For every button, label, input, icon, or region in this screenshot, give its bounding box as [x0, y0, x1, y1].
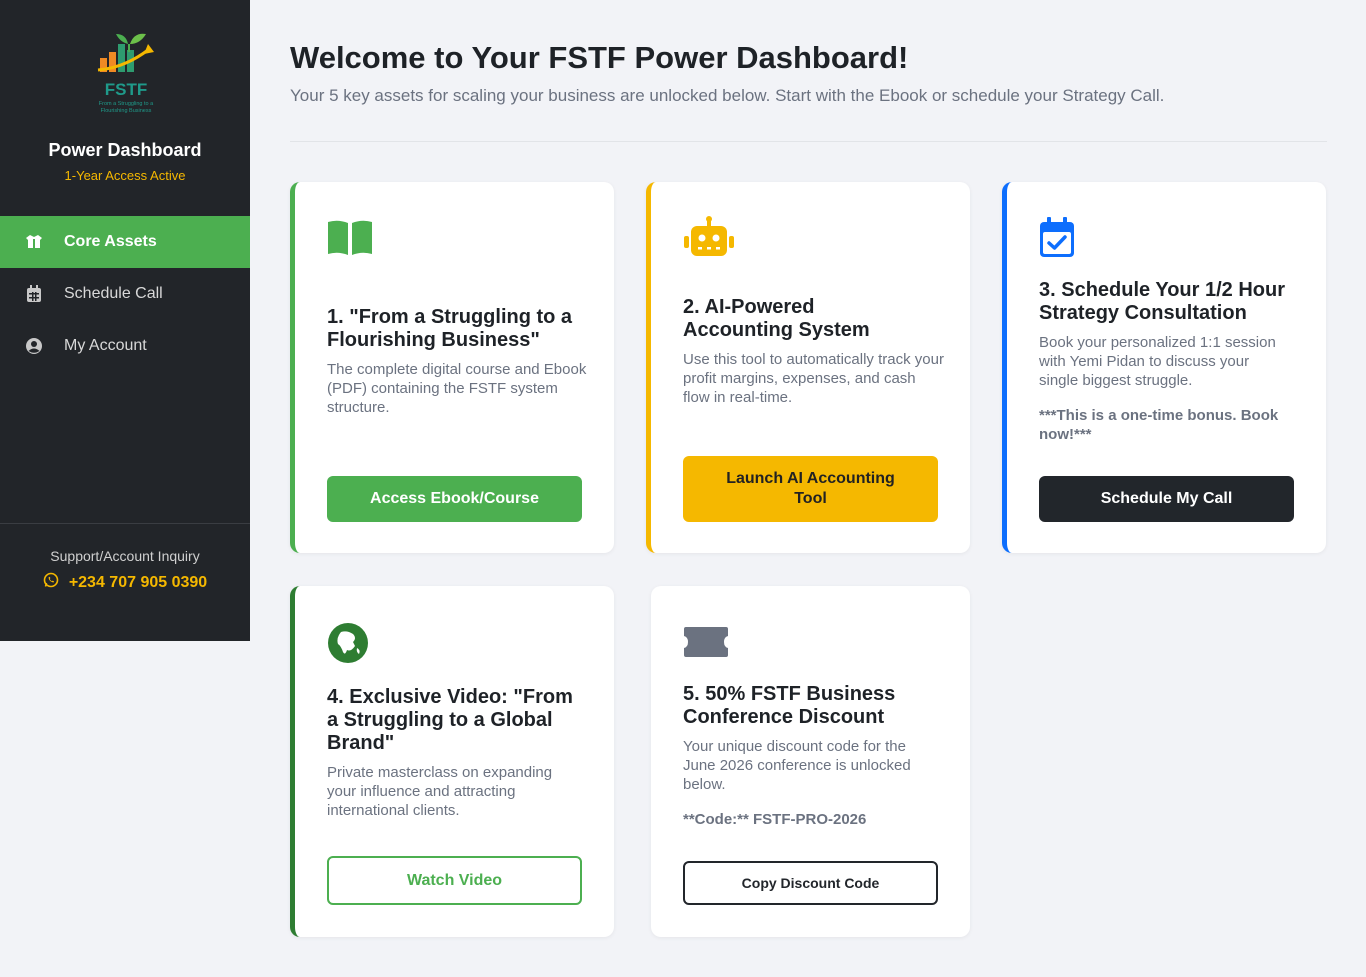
- support-phone-link[interactable]: +234 707 905 0390: [0, 572, 250, 593]
- divider: [290, 141, 1327, 142]
- support-label: Support/Account Inquiry: [50, 548, 200, 564]
- sidebar: FSTF From a Struggling to a Flourishing …: [0, 0, 250, 641]
- card-description: The complete digital course and Ebook (P…: [327, 361, 587, 416]
- user-circle-icon: [24, 336, 44, 356]
- discount-code: **Code:** FSTF-PRO-2026: [683, 811, 867, 828]
- card-title: 2. AI-Powered Accounting System: [683, 296, 870, 341]
- calendar-check-icon: [1039, 216, 1075, 263]
- sidebar-nav: Core Assets Schedule Call My Account: [0, 216, 250, 372]
- asset-card-strategy-call: 3. Schedule Your 1/2 Hour Strategy Consu…: [1002, 182, 1326, 553]
- box-open-icon: [24, 232, 44, 252]
- sidebar-item-label: Schedule Call: [64, 285, 163, 302]
- robot-icon: [683, 216, 735, 263]
- sidebar-item-label: My Account: [64, 337, 147, 354]
- page-subtitle: Your 5 key assets for scaling your busin…: [290, 86, 1165, 105]
- card-title: 4. Exclusive Video: "From a Struggling t…: [327, 686, 573, 754]
- whatsapp-icon: [43, 572, 59, 593]
- support-section: Support/Account Inquiry +234 707 905 039…: [0, 523, 250, 593]
- card-description: Book your personalized 1:1 session with …: [1039, 334, 1276, 389]
- svg-text:From a Struggling to a: From a Struggling to a: [99, 101, 154, 107]
- book-open-icon: [327, 220, 373, 261]
- asset-card-ebook: 1. "From a Struggling to a Flourishing B…: [290, 182, 614, 553]
- card-description: Use this tool to automatically track you…: [683, 351, 944, 406]
- sidebar-item-label: Core Assets: [64, 233, 157, 250]
- card-description: Private masterclass on expanding your in…: [327, 764, 553, 819]
- sidebar-item-my-account[interactable]: My Account: [0, 320, 250, 372]
- bonus-note: ***This is a one-time bonus. Book now!**…: [1039, 407, 1279, 443]
- card-description: Your unique discount code for the June 2…: [683, 738, 911, 793]
- sidebar-item-schedule-call[interactable]: Schedule Call: [0, 268, 250, 320]
- ticket-icon: [683, 626, 729, 663]
- asset-card-conference-discount: 5. 50% FSTF Business Conference Discount…: [651, 586, 970, 937]
- card-title: 5. 50% FSTF Business Conference Discount: [683, 683, 896, 728]
- svg-text:Flourishing Business: Flourishing Business: [101, 108, 152, 114]
- watch-video-button[interactable]: Watch Video: [327, 856, 582, 905]
- sidebar-item-core-assets[interactable]: Core Assets: [0, 216, 250, 268]
- brand-title: Power Dashboard: [48, 140, 202, 160]
- asset-card-exclusive-video: 4. Exclusive Video: "From a Struggling t…: [290, 586, 614, 937]
- support-phone: +234 707 905 0390: [68, 573, 208, 591]
- access-status: 1-Year Access Active: [64, 168, 186, 183]
- globe-icon: [327, 622, 369, 669]
- launch-ai-tool-button[interactable]: Launch AI Accounting Tool: [683, 456, 938, 522]
- access-ebook-button[interactable]: Access Ebook/Course: [327, 476, 582, 522]
- fstf-logo: FSTF From a Struggling to a Flourishing …: [86, 30, 166, 116]
- schedule-call-button[interactable]: Schedule My Call: [1039, 476, 1294, 522]
- svg-text:FSTF: FSTF: [105, 80, 148, 99]
- card-title: 3. Schedule Your 1/2 Hour Strategy Consu…: [1039, 279, 1285, 324]
- calendar-icon: [24, 284, 44, 304]
- card-title: 1. "From a Struggling to a Flourishing B…: [327, 306, 573, 351]
- copy-discount-code-button[interactable]: Copy Discount Code: [683, 861, 938, 905]
- page-title: Welcome to Your FSTF Power Dashboard!: [290, 40, 909, 75]
- asset-card-ai-accounting: 2. AI-Powered Accounting System Use this…: [646, 182, 970, 553]
